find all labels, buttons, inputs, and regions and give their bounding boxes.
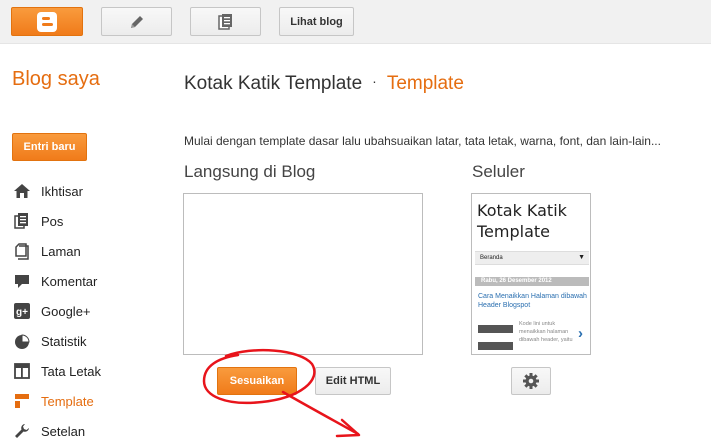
pencil-icon — [130, 15, 143, 28]
view-blog-button[interactable]: Lihat blog — [279, 7, 354, 36]
sidebar-nav: Ikhtisar Pos Laman Komentar g+ Google+ S… — [0, 176, 170, 446]
mobile-heading: Seluler — [472, 162, 525, 181]
mobile-menu-item: Beranda — [480, 255, 503, 261]
sidebar-item-posts[interactable]: Pos — [0, 206, 170, 236]
sidebar-item-label: Template — [41, 393, 94, 409]
sidebar-item-stats[interactable]: Statistik — [0, 326, 170, 356]
mobile-post-date: Rabu, 26 Desember 2012 — [475, 277, 589, 286]
template-icon — [12, 391, 32, 411]
customize-button[interactable]: Sesuaikan — [217, 367, 297, 395]
chevron-right-icon: › — [578, 325, 583, 342]
mobile-blog-title: Kotak Katik Template — [477, 201, 567, 241]
my-blogs-link[interactable]: Blog saya — [12, 68, 100, 91]
sidebar-item-template[interactable]: Template — [0, 386, 170, 416]
posts-list-button[interactable] — [190, 7, 261, 36]
new-post-pencil-button[interactable] — [101, 7, 172, 36]
mobile-post-thumbnail — [478, 342, 513, 350]
breadcrumb: Kotak Katik Template · Template — [184, 73, 464, 95]
comment-icon — [12, 271, 32, 291]
sidebar-item-label: Laman — [41, 243, 81, 259]
sidebar-item-overview[interactable]: Ikhtisar — [0, 176, 170, 206]
sidebar-item-label: Tata Letak — [41, 363, 101, 379]
sidebar-item-label: Statistik — [41, 333, 87, 349]
sidebar-item-label: Ikhtisar — [41, 183, 83, 199]
live-blog-preview[interactable] — [183, 193, 423, 355]
blogger-logo-icon — [37, 11, 57, 32]
wrench-icon — [12, 421, 32, 441]
edit-html-button[interactable]: Edit HTML — [315, 367, 391, 395]
sidebar-item-comments[interactable]: Komentar — [0, 266, 170, 296]
sidebar-item-label: Setelan — [41, 423, 86, 439]
template-description: Mulai dengan template dasar lalu ubahsua… — [184, 134, 661, 148]
svg-text:g+: g+ — [16, 307, 28, 318]
mobile-post-snippet: Kode lini untuk menaikkan halaman dibawa… — [519, 321, 573, 343]
document-stack-icon — [217, 13, 232, 30]
dropdown-arrow-icon: ▼ — [578, 254, 585, 261]
annotation-arrow-line — [281, 390, 360, 436]
sidebar-item-settings[interactable]: Setelan — [0, 416, 170, 446]
sidebar-item-label: Pos — [41, 213, 64, 229]
posts-icon — [12, 211, 32, 231]
breadcrumb-separator: · — [372, 73, 377, 89]
mobile-post-thumbnail — [478, 325, 513, 333]
sidebar-item-label: Komentar — [41, 273, 98, 289]
pages-icon — [12, 241, 32, 261]
blog-name[interactable]: Kotak Katik Template — [184, 73, 362, 94]
sidebar-item-layout[interactable]: Tata Letak — [0, 356, 170, 386]
sidebar-item-google-plus[interactable]: g+ Google+ — [0, 296, 170, 326]
top-bar: Lihat blog — [0, 0, 711, 44]
pie-chart-icon — [12, 331, 32, 351]
home-icon — [12, 181, 32, 201]
annotation-arrow-head — [335, 418, 361, 438]
mobile-preview[interactable]: Kotak Katik Template Beranda ▼ Rabu, 26 … — [471, 193, 591, 355]
gear-icon — [523, 373, 539, 389]
mobile-menu-bar: Beranda ▼ — [475, 251, 589, 265]
sidebar-item-pages[interactable]: Laman — [0, 236, 170, 266]
google-plus-icon: g+ — [12, 301, 32, 321]
blogger-logo-button[interactable] — [11, 7, 83, 36]
page-title: Template — [386, 73, 464, 94]
new-post-button[interactable]: Entri baru — [12, 133, 87, 161]
mobile-post-title: Cara Menaikkan Halaman dibawah Header Bl… — [478, 293, 587, 309]
layout-icon — [12, 361, 32, 381]
mobile-settings-button[interactable] — [511, 367, 551, 395]
sidebar-item-label: Google+ — [41, 303, 91, 319]
live-on-blog-heading: Langsung di Blog — [184, 162, 316, 181]
